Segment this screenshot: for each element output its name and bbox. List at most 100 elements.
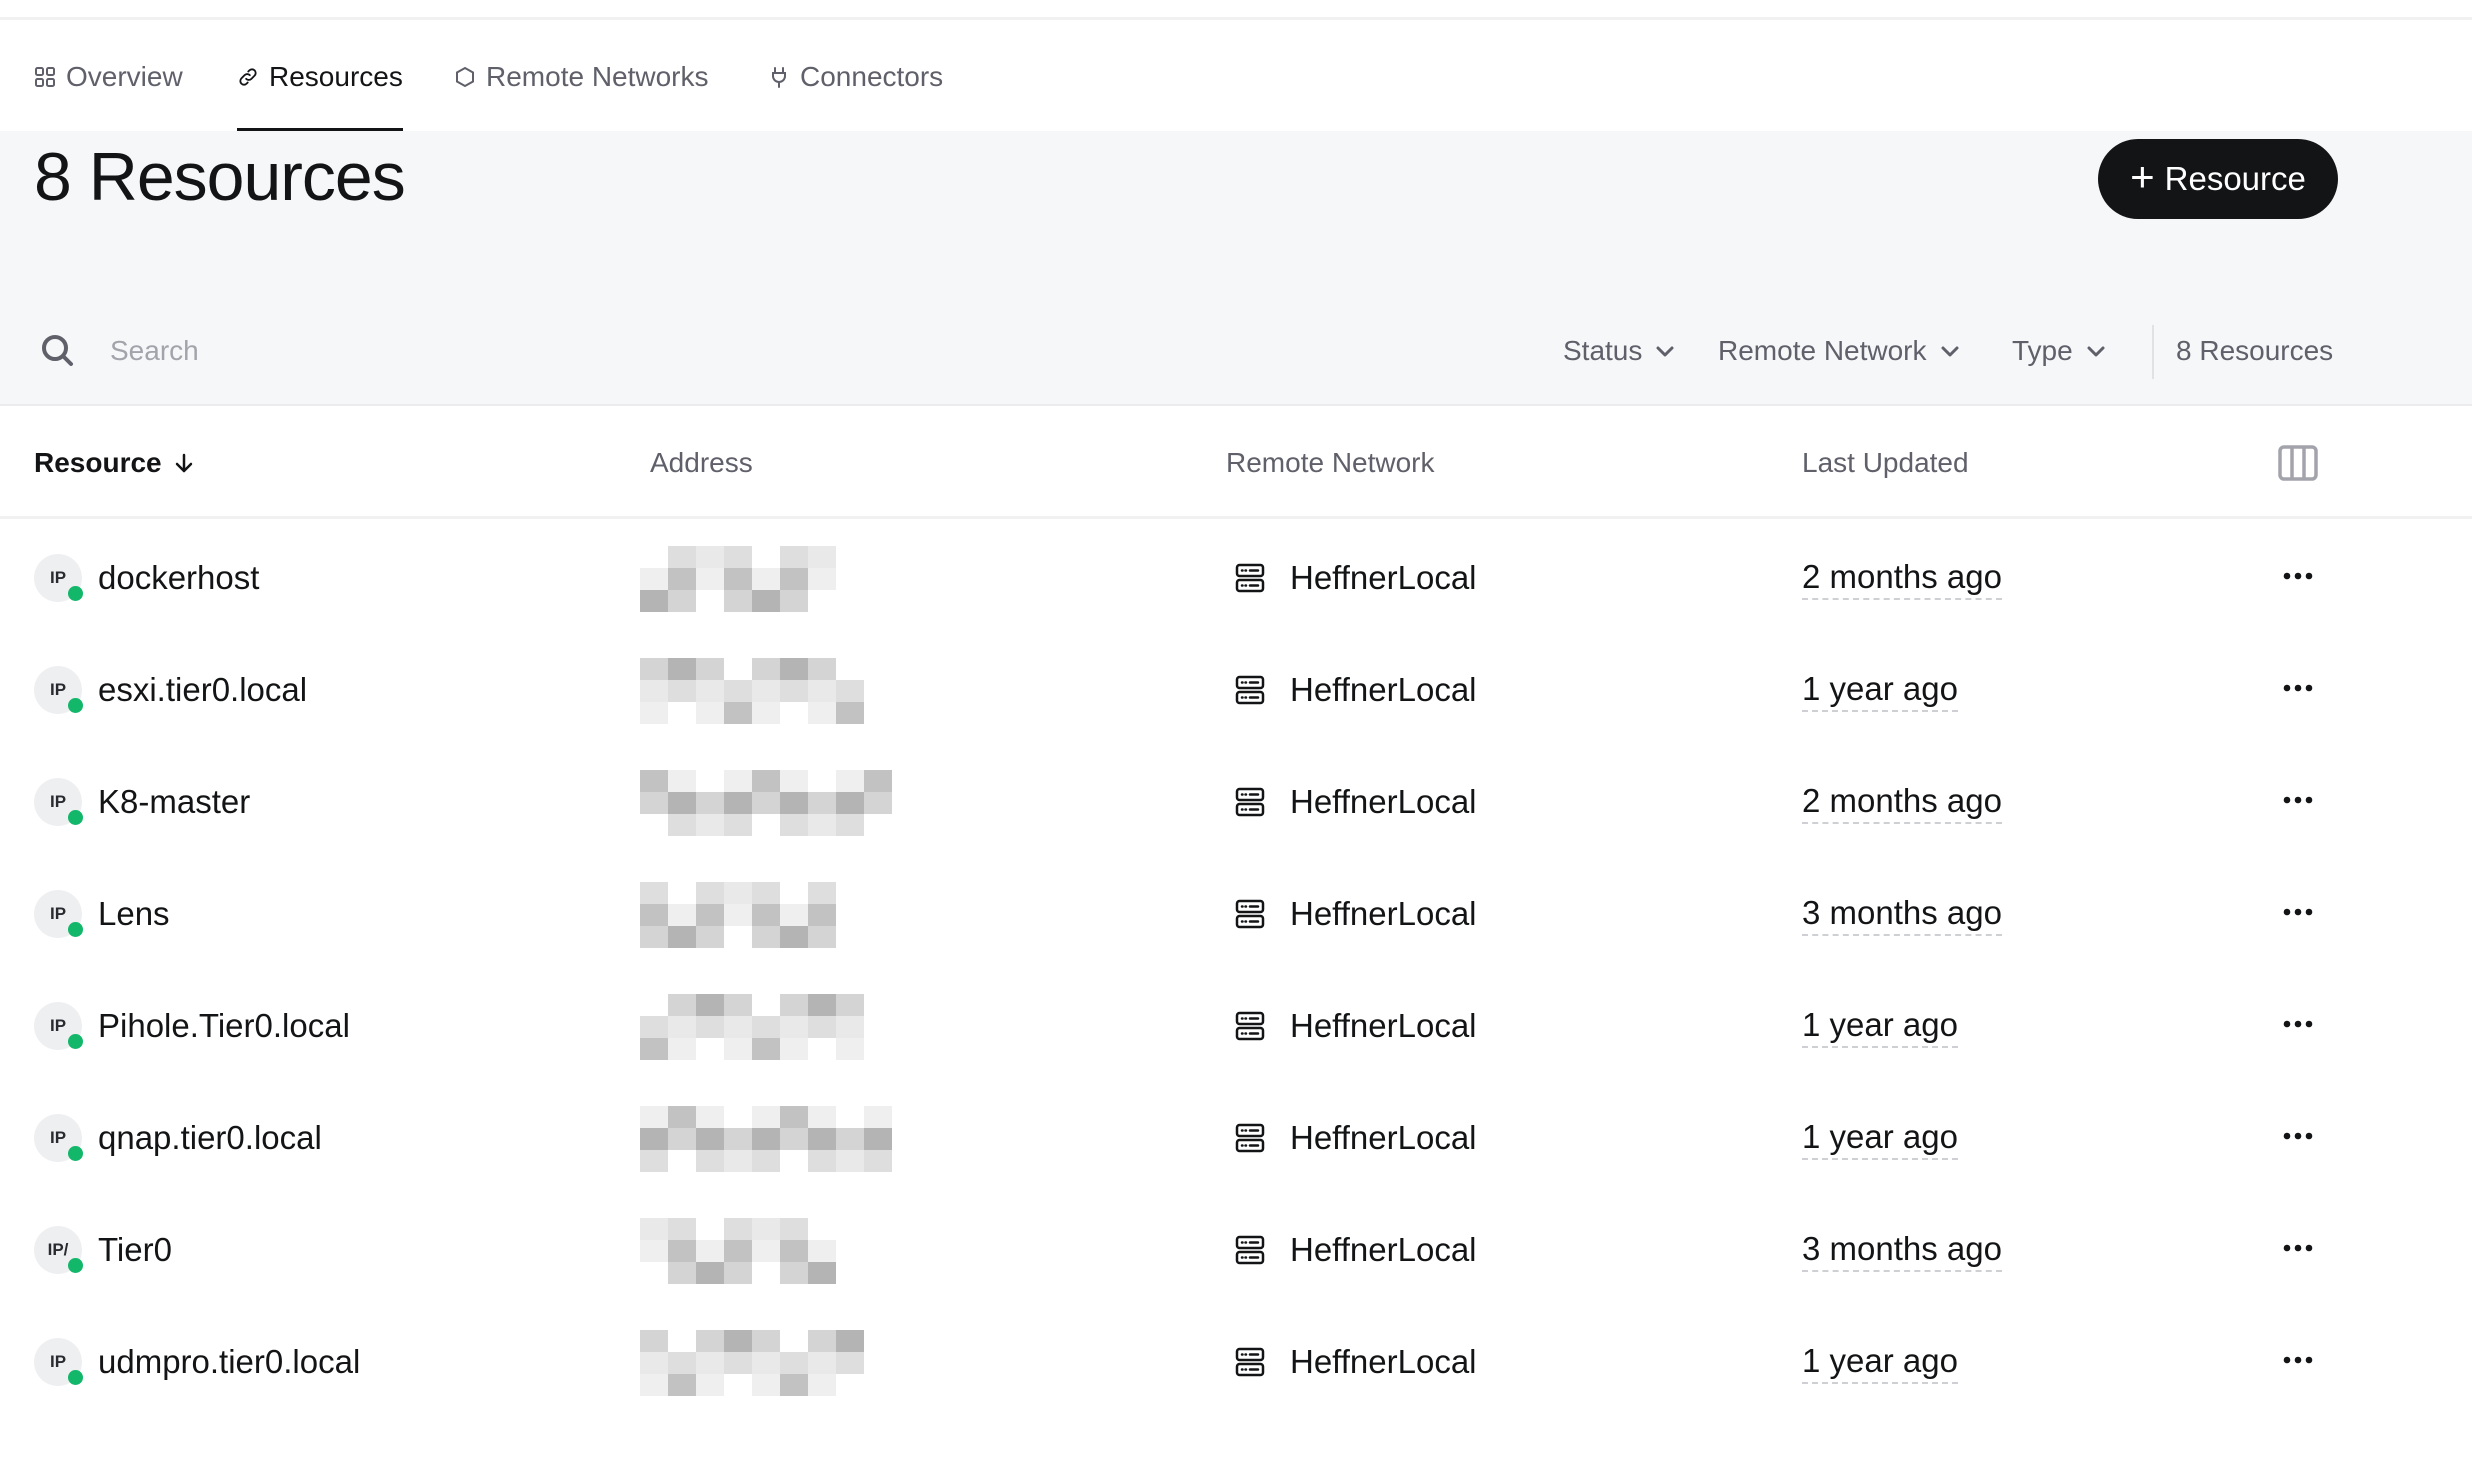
- redaction-block: [640, 1150, 668, 1172]
- table-row[interactable]: IP/ Tier0 HeffnerLocal 3 months ago: [0, 1194, 2472, 1306]
- type-label: IP: [49, 680, 67, 699]
- tab-overview[interactable]: Overview: [34, 23, 183, 131]
- redaction-block: [640, 1106, 668, 1128]
- redaction-block: [780, 658, 808, 680]
- table-row[interactable]: IP qnap.tier0.local HeffnerLocal 1 year …: [0, 1082, 2472, 1194]
- redaction-block: [752, 680, 780, 702]
- redaction-block: [836, 1128, 864, 1150]
- column-header-last-updated[interactable]: Last Updated: [1802, 407, 1969, 519]
- table-row[interactable]: IP Pihole.Tier0.local HeffnerLocal 1 yea…: [0, 970, 2472, 1082]
- redaction-block: [668, 814, 696, 836]
- row-actions-button[interactable]: [2280, 1118, 2316, 1154]
- search-icon: [42, 335, 73, 366]
- redaction-block: [780, 1262, 808, 1284]
- row-actions-button[interactable]: [2280, 558, 2316, 594]
- redaction-block: [808, 680, 836, 702]
- redaction-block: [752, 658, 780, 680]
- resource-name[interactable]: qnap.tier0.local: [98, 1082, 322, 1194]
- redaction-block: [836, 1038, 864, 1060]
- redaction-block: [808, 568, 836, 590]
- redaction-block: [780, 814, 808, 836]
- server-icon: [1235, 1123, 1265, 1153]
- server-icon: [1235, 1347, 1265, 1377]
- redaction-block: [696, 926, 724, 948]
- column-header-resource[interactable]: Resource: [34, 407, 196, 519]
- redaction-block: [808, 1016, 836, 1038]
- redaction-block: [808, 546, 836, 568]
- redaction-block: [696, 882, 724, 904]
- column-header-remote-network[interactable]: Remote Network: [1226, 407, 1435, 519]
- tab-remote-networks[interactable]: Remote Networks: [454, 23, 709, 131]
- redaction-block: [808, 1374, 836, 1396]
- row-actions-button[interactable]: [2280, 670, 2316, 706]
- redaction-block: [724, 1262, 752, 1284]
- tab-resources[interactable]: Resources: [237, 23, 403, 132]
- filter-status[interactable]: Status: [1563, 329, 1676, 373]
- redaction-block: [836, 1016, 864, 1038]
- row-actions-button[interactable]: [2280, 1006, 2316, 1042]
- server-icon: [1235, 787, 1265, 817]
- table-row[interactable]: IP dockerhost HeffnerLocal 2 months ago: [0, 522, 2472, 634]
- resource-name[interactable]: Lens: [98, 858, 170, 970]
- resource-name[interactable]: esxi.tier0.local: [98, 634, 307, 746]
- redaction-block: [696, 568, 724, 590]
- redaction-block: [668, 1352, 696, 1374]
- redaction-block: [640, 590, 668, 612]
- redaction-block: [808, 882, 836, 904]
- column-header-address[interactable]: Address: [650, 407, 753, 519]
- redaction-block: [780, 1038, 808, 1060]
- table-row[interactable]: IP K8-master HeffnerLocal 2 months ago: [0, 746, 2472, 858]
- row-actions-button[interactable]: [2280, 1342, 2316, 1378]
- row-actions-button[interactable]: [2280, 894, 2316, 930]
- filter-type[interactable]: Type: [2012, 329, 2107, 373]
- redaction-block: [724, 882, 752, 904]
- tab-connectors[interactable]: Connectors: [768, 23, 943, 131]
- filter-label: Type: [2012, 335, 2073, 366]
- link-icon: [239, 68, 257, 86]
- tab-label: Remote Networks: [486, 61, 709, 92]
- columns-icon[interactable]: [2278, 445, 2318, 481]
- redaction-block: [668, 658, 696, 680]
- redaction-block: [640, 1330, 668, 1352]
- redaction-block: [724, 1016, 752, 1038]
- address-redacted: [640, 878, 890, 948]
- row-actions-button[interactable]: [2280, 782, 2316, 818]
- add-resource-button[interactable]: + Resource: [2098, 139, 2338, 219]
- resource-name[interactable]: dockerhost: [98, 522, 259, 634]
- type-label: IP: [49, 1352, 67, 1371]
- status-online-indicator: [68, 1146, 83, 1161]
- resource-name[interactable]: K8-master: [98, 746, 250, 858]
- remote-network-name: HeffnerLocal: [1290, 1343, 1477, 1380]
- redaction-block: [668, 1262, 696, 1284]
- resource-name[interactable]: Tier0: [98, 1194, 172, 1306]
- redaction-block: [808, 926, 836, 948]
- row-actions-button[interactable]: [2280, 1230, 2316, 1266]
- redaction-block: [640, 1128, 668, 1150]
- status-online-indicator: [68, 1034, 83, 1049]
- redaction-block: [640, 1218, 668, 1240]
- redaction-block: [668, 590, 696, 612]
- redaction-block: [696, 1150, 724, 1172]
- resource-name[interactable]: udmpro.tier0.local: [98, 1306, 360, 1418]
- search-input[interactable]: [110, 329, 1010, 373]
- more-horizontal-icon: [2283, 1132, 2313, 1140]
- redaction-block: [724, 1240, 752, 1262]
- redaction-block: [696, 994, 724, 1016]
- redaction-block: [780, 1106, 808, 1128]
- redaction-block: [836, 1150, 864, 1172]
- table-row[interactable]: IP Lens HeffnerLocal 3 months ago: [0, 858, 2472, 970]
- remote-network-name: HeffnerLocal: [1290, 671, 1477, 708]
- table-row[interactable]: IP udmpro.tier0.local HeffnerLocal 1 yea…: [0, 1306, 2472, 1418]
- redaction-block: [668, 1240, 696, 1262]
- redaction-block: [724, 1352, 752, 1374]
- table-row[interactable]: IP esxi.tier0.local HeffnerLocal 1 year …: [0, 634, 2472, 746]
- resource-name[interactable]: Pihole.Tier0.local: [98, 970, 350, 1082]
- grid-icon: [35, 67, 55, 87]
- column-label: Remote Network: [1226, 447, 1435, 478]
- filter-remote-network[interactable]: Remote Network: [1718, 329, 1961, 373]
- type-label: IP: [49, 1128, 67, 1147]
- redaction-block: [752, 1330, 780, 1352]
- chevron-down-icon: [1941, 346, 1959, 357]
- redaction-block: [808, 1240, 836, 1262]
- redaction-block: [640, 1374, 668, 1396]
